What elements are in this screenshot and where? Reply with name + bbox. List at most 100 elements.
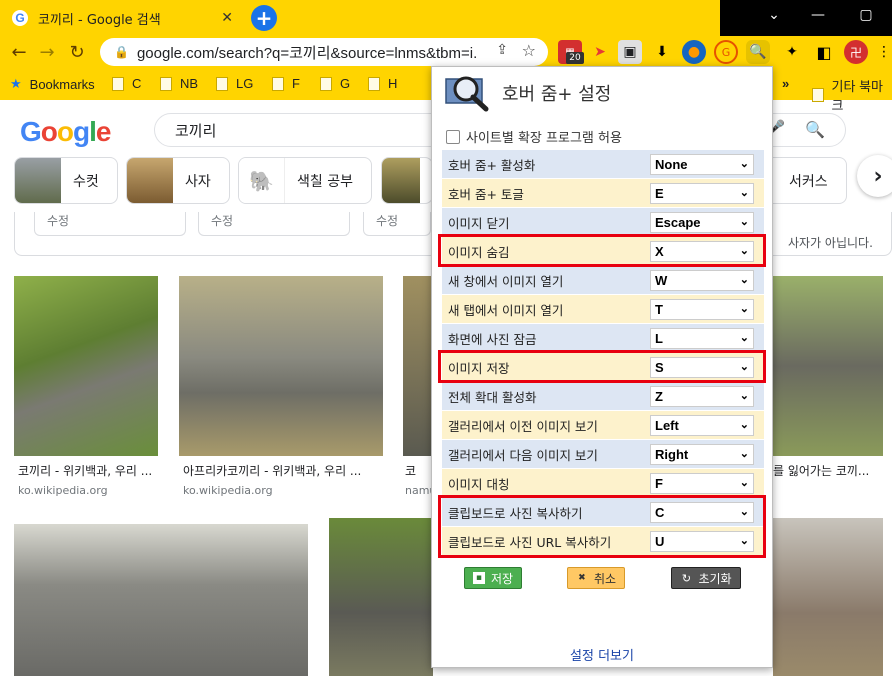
bookmark-label: Bookmarks [29,76,95,92]
shortcut-row: 화면에 사진 잠금 L ⌄ [442,324,764,353]
result-image-2[interactable] [179,276,383,456]
floppy-disk-icon: ▪ [472,572,485,584]
allow-per-site-row[interactable]: 사이트별 확장 프로그램 허용 [446,127,622,146]
bookmark-folder-c[interactable]: C [112,76,141,91]
share-icon[interactable]: ⇪ [496,42,508,58]
save-button[interactable]: ▪ 저장 [464,567,522,589]
sidepanel-icon[interactable]: ◧ [812,40,836,64]
shortcut-row: 호버 줌+ 활성화 None ⌄ [442,150,764,179]
selected-value: F [655,476,663,491]
shortcut-row: 새 창에서 이미지 열기 W ⌄ [442,266,764,295]
cancel-button[interactable]: ✖ 취소 [567,567,625,589]
bookmark-folder-lg[interactable]: LG [216,76,253,91]
result-caption[interactable]: 아프리카코끼리 - 위키백과, 우리 ... [183,462,361,479]
shortcut-label: 이미지 대칭 [448,476,510,492]
chevron-down-icon: ⌄ [739,158,749,170]
cursor-extension-icon[interactable]: ➤ [588,40,612,64]
shortcut-select[interactable]: F ⌄ [650,473,754,494]
bookmark-folder-nb[interactable]: NB [160,76,198,91]
back-button[interactable]: ← [8,41,30,63]
chip-thumbnail [127,158,173,203]
result-image-5[interactable] [14,524,308,676]
shortcut-select[interactable]: Z ⌄ [650,386,754,407]
chip-coloring[interactable]: 🐘 색칠 공부 [238,157,372,204]
minimize-button[interactable]: — [796,0,840,30]
google-logo[interactable]: Google [20,116,111,148]
bookmarks-star-item[interactable]: ★ Bookmarks [10,76,95,92]
folder-icon [272,76,284,91]
chevron-right-icon[interactable]: › [857,155,892,197]
shortcut-select[interactable]: T ⌄ [650,299,754,320]
refresh-icon: ↻ [681,571,692,585]
filter-select[interactable]: 수정 [34,212,186,236]
close-icon: ✖ [578,573,586,583]
filter-select[interactable]: 수정 [363,212,431,236]
puzzle-image-extension-icon[interactable]: ▣ [618,40,642,64]
feedback-text: 사자가 아닙니다. [788,236,873,250]
url-text: google.com/search?q=코끼리&source=lnms&tbm=… [136,44,477,62]
firefox-extension-icon[interactable]: ● [682,40,706,64]
bookmark-folder-f[interactable]: F [272,76,300,91]
new-tab-button[interactable]: + [251,5,277,31]
chip-male[interactable]: 수컷 [14,157,118,204]
close-tab-icon[interactable]: ✕ [221,10,233,26]
maximize-button[interactable]: ▢ [840,0,892,30]
shortcut-label: 갤러리에서 이전 이미지 보기 [448,418,598,434]
tab-search-icon[interactable]: ⌄ [752,0,796,30]
shortcut-label: 호버 줌+ 활성화 [448,157,536,173]
shortcut-select[interactable]: L ⌄ [650,328,754,349]
selected-value: Z [655,389,663,404]
bookmark-folder-g[interactable]: G [320,76,350,91]
chevron-down-icon: ⌄ [739,303,749,315]
result-image-1[interactable] [14,276,158,456]
hover-zoom-extension-icon[interactable]: 🔍 [746,40,770,64]
extension-badge: 20 [566,52,584,64]
shortcut-select[interactable]: Left ⌄ [650,415,754,436]
forward-button[interactable]: → [36,41,58,63]
shortcut-label: 호버 줌+ 토글 [448,186,524,202]
shortcut-row: 갤러리에서 다음 이미지 보기 Right ⌄ [442,440,764,469]
shortcut-select[interactable]: E ⌄ [650,183,754,204]
result-image-7[interactable] [773,518,883,676]
shortcut-select[interactable]: Right ⌄ [650,444,754,465]
reload-button[interactable]: ↻ [66,41,88,63]
bookmark-label: F [292,76,300,91]
selected-value: Left [655,418,679,433]
browser-tab[interactable]: G 코끼리 - Google 검색 ✕ [0,0,243,36]
shortcut-select[interactable]: Escape ⌄ [650,212,754,233]
shortcut-select[interactable]: W ⌄ [650,270,754,291]
result-image-4[interactable] [773,276,883,456]
chip-label: 색칠 공부 [297,173,353,190]
opera-extension-icon[interactable]: G [714,40,738,64]
result-image-6[interactable] [329,518,433,676]
allow-per-site-checkbox[interactable] [446,129,460,144]
bookmarks-overflow-button[interactable]: » [782,76,789,91]
shortcut-select[interactable]: None ⌄ [650,154,754,175]
bookmark-star-icon[interactable]: ☆ [522,41,536,60]
popup-header: 호버 줌+ 설정 [444,73,611,113]
result-caption[interactable]: 코 [405,462,416,479]
chip-circus[interactable]: 서커스 [773,157,847,204]
filter-select[interactable]: 수정 [198,212,350,236]
bookmark-folder-h[interactable]: H [368,76,397,91]
result-caption[interactable]: 코끼리 - 위키백과, 우리 ... [18,462,152,479]
other-bookmarks-folder[interactable]: 기타 북마크 [812,76,892,114]
folder-icon [216,76,228,91]
address-bar[interactable]: 🔒 google.com/search?q=코끼리&source=lnms&tb… [100,38,548,66]
chip-lion[interactable]: 사자 [126,157,230,204]
profile-avatar[interactable]: 卍 [844,40,868,64]
extensions-puzzle-icon[interactable]: ✦ [780,40,804,64]
menu-icon[interactable]: ⋮ [872,40,892,64]
result-image-3[interactable] [403,276,433,456]
lock-icon[interactable]: 🔒 [114,45,129,59]
bookmark-label: G [340,76,351,91]
chevron-down-icon: ⌄ [739,390,749,402]
chip-partial[interactable] [381,157,433,204]
result-caption[interactable]: 를 잃어가는 코끼... [773,462,869,479]
download-extension-icon[interactable]: ⬇ [650,40,674,64]
more-settings-link[interactable]: 설정 더보기 [432,645,772,664]
reset-button[interactable]: ↻ 초기화 [671,567,741,589]
shortcut-label: 갤러리에서 다음 이미지 보기 [448,447,598,463]
shortcut-row: 이미지 닫기 Escape ⌄ [442,208,764,237]
search-icon[interactable]: 🔍 [805,120,825,139]
